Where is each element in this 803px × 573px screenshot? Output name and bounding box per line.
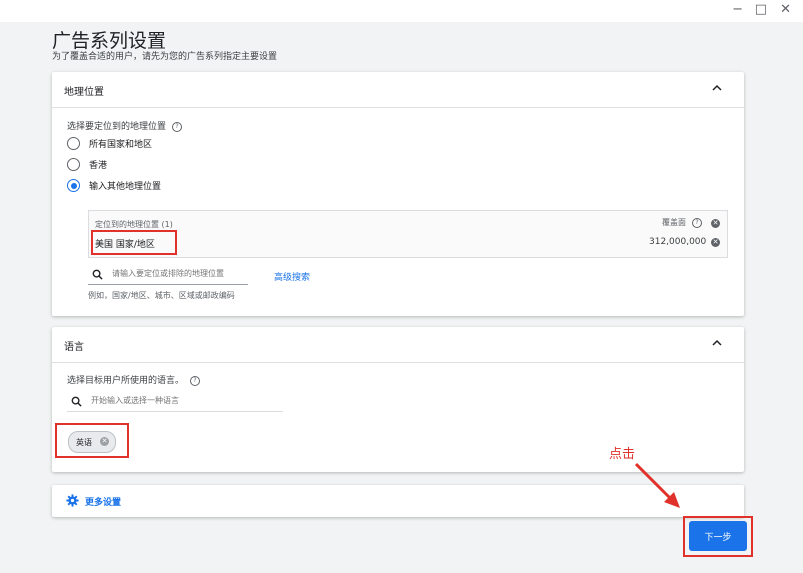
help-icon[interactable]: ? (172, 121, 183, 132)
chevron-up-icon[interactable] (712, 338, 722, 348)
language-card-title: 语言 (64, 342, 84, 353)
location-card-title: 地理位置 (64, 87, 104, 98)
radio-label: 所有国家和地区 (89, 140, 153, 150)
more-settings-label: 更多设置 (85, 498, 122, 508)
location-search[interactable] (88, 266, 274, 285)
reach-header: 覆盖面? (662, 217, 702, 228)
window-controls: − □ ✕ (0, 0, 803, 22)
location-search-input[interactable] (110, 268, 274, 279)
advanced-search-link[interactable]: 高级搜索 (274, 270, 310, 283)
help-icon[interactable]: ? (190, 375, 201, 386)
search-icon (71, 396, 82, 407)
gear-icon (66, 494, 79, 507)
page-subtitle: 为了覆盖合适的用户，请先为您的广告系列指定主要设置 (52, 52, 278, 62)
remove-all-icon[interactable]: ✕ (711, 219, 720, 228)
targeted-locations-box: 定位到的地理位置 (1) 覆盖面? ✕ 美国 国家/地区 312,000,000… (88, 210, 728, 258)
maximize-icon[interactable]: □ (755, 2, 767, 17)
language-search[interactable] (67, 393, 283, 412)
highlight-box (683, 516, 753, 557)
language-question-text: 选择目标用户所使用的语言。 (67, 376, 185, 386)
radio-label: 输入其他地理位置 (89, 182, 162, 192)
remove-location-icon[interactable]: ✕ (711, 238, 720, 247)
location-card: 地理位置 选择要定位到的地理位置? 所有国家和地区 香港 输入其他地理位置 定位… (52, 72, 744, 316)
chevron-up-icon[interactable] (712, 83, 722, 93)
targeted-header: 定位到的地理位置 (1) (95, 220, 173, 229)
highlight-box (55, 423, 129, 458)
location-question-text: 选择要定位到的地理位置 (67, 122, 167, 132)
radio-other-location[interactable]: 输入其他地理位置 (67, 178, 267, 194)
help-icon[interactable]: ? (692, 217, 702, 228)
location-card-header[interactable]: 地理位置 (52, 72, 744, 108)
annotation-arrow-icon (634, 462, 680, 508)
search-icon (92, 269, 103, 280)
location-question: 选择要定位到的地理位置? (67, 119, 183, 132)
radio-all-countries[interactable]: 所有国家和地区 (67, 136, 267, 152)
highlight-box (91, 230, 177, 255)
language-search-input[interactable] (89, 395, 253, 406)
language-question: 选择目标用户所使用的语言。? (67, 373, 201, 386)
language-card-header[interactable]: 语言 (52, 327, 744, 363)
location-search-hint: 例如，国家/地区、城市、区域或邮政编码 (88, 291, 235, 300)
radio-circle[interactable] (67, 137, 80, 150)
targeted-location-reach: 312,000,000 (649, 237, 707, 247)
reach-header-text: 覆盖面 (662, 218, 686, 227)
radio-circle-selected[interactable] (67, 179, 80, 192)
radio-hong-kong[interactable]: 香港 (67, 157, 267, 173)
close-icon[interactable]: ✕ (780, 2, 791, 17)
radio-label: 香港 (89, 161, 108, 171)
minimize-icon[interactable]: − (732, 2, 743, 17)
radio-circle[interactable] (67, 158, 80, 171)
language-card: 语言 选择目标用户所使用的语言。? 英语 ✕ (52, 327, 744, 472)
